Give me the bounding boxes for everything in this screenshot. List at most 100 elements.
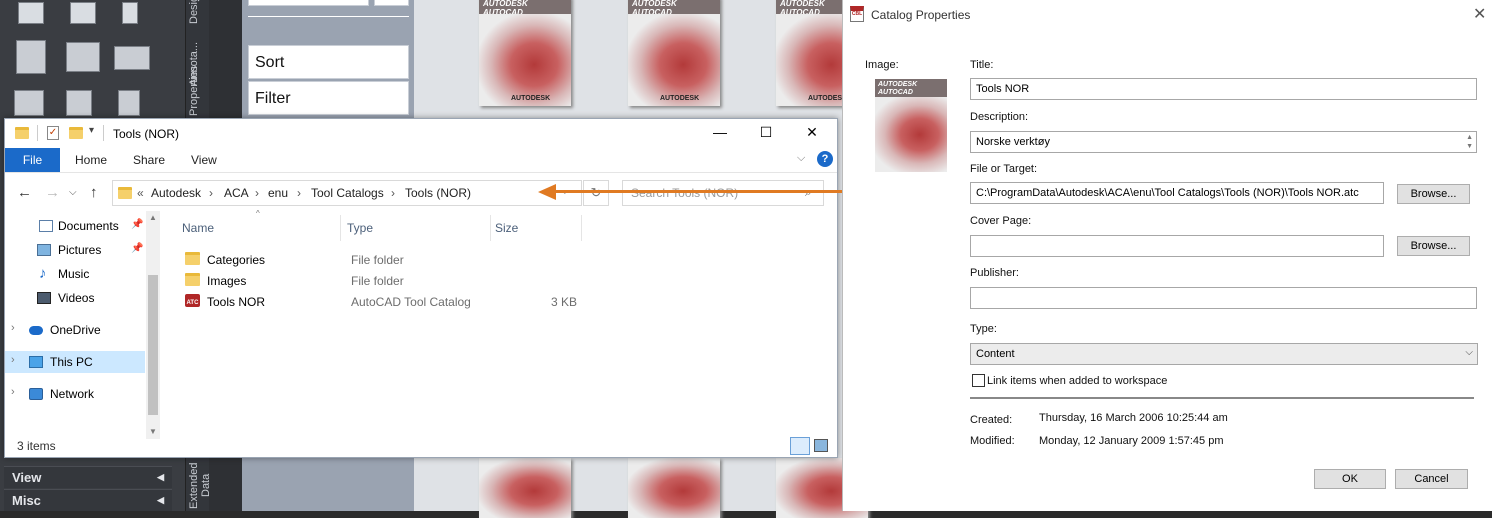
catalog-thumbnail[interactable]: AUTODESK AUTOCAD ARCHITECTUREAUTODESK [479,0,571,106]
file-row[interactable]: Images File folder [177,270,587,291]
breadcrumb-overflow[interactable]: « [137,186,144,200]
pin-icon[interactable]: 📌 [131,243,143,254]
back-arrow-icon[interactable]: ← [17,184,32,201]
breadcrumb-separator-icon[interactable]: › [255,186,259,200]
sort-button[interactable]: Sort [248,45,409,79]
breadcrumb-separator-icon[interactable]: › [391,186,395,200]
column-header-size[interactable]: Size [495,221,518,235]
railing-tool-icon[interactable] [114,46,150,70]
link-items-label: Link items when added to workspace [987,375,1168,387]
column-divider[interactable] [340,215,341,241]
tree-item-music[interactable]: ♪ Music [5,263,145,285]
new-folder-icon[interactable] [69,127,83,139]
file-target-input[interactable]: C:\ProgramData\Autodesk\ACA\enu\Tool Cat… [970,182,1384,204]
expand-chevron-icon[interactable]: › [11,354,15,366]
scroll-up-icon[interactable]: ▲ [149,213,157,222]
ok-button[interactable]: OK [1314,469,1386,489]
forward-arrow-icon[interactable]: → [45,184,60,201]
filter-button[interactable]: Filter [248,81,409,115]
address-bar[interactable]: « Autodesk › ACA › enu › Tool Catalogs ›… [112,180,582,206]
breadcrumb-aca[interactable]: ACA [224,186,249,200]
curtain-wall-tool-icon[interactable] [14,90,44,116]
file-row[interactable]: Categories File folder [177,249,587,270]
pin-icon[interactable]: 📌 [131,219,143,230]
scrollbar-thumb[interactable] [148,275,158,415]
breadcrumb-enu[interactable]: enu [268,186,288,200]
dialog-close-button[interactable]: ✕ [1473,4,1486,24]
column-divider[interactable] [581,215,582,241]
tab-properties[interactable]: Properties [188,66,208,116]
ribbon-tabs: File Home Share View ⌵ ? [5,148,837,173]
type-select[interactable]: Content ⌵ [970,343,1478,365]
expand-ribbon-icon[interactable]: ⌵ [797,152,805,165]
palette-menu-view[interactable]: View ◀ [4,466,172,488]
cover-page-label: Cover Page: [970,215,1032,227]
description-scroll-icon[interactable]: ▲ ▼ [1466,133,1473,151]
title-bar[interactable]: ✓ ▾ Tools (NOR) — ☐ ✕ [5,119,837,148]
wall-tool-icon[interactable] [18,2,44,24]
catalog-image-preview[interactable]: AUTODESK AUTOCAD ARCHITECTURE [875,79,947,172]
scroll-down-icon[interactable]: ▼ [149,427,157,436]
catalog-thumbnail[interactable] [628,458,720,518]
breadcrumb-tools-nor[interactable]: Tools (NOR) [405,186,471,200]
maximize-button[interactable]: ☐ [743,119,789,148]
tab-share[interactable]: Share [133,148,165,172]
tab-view[interactable]: View [191,148,217,172]
divider [248,16,409,17]
recent-locations-chevron-icon[interactable]: ⌵ [69,187,77,198]
tab-design[interactable]: Design [188,0,208,24]
title-input[interactable]: Tools NOR [970,78,1477,100]
cover-page-input[interactable] [970,235,1384,257]
atc-file-icon: ATC [185,294,200,307]
tab-home[interactable]: Home [75,148,107,172]
quick-access-dropdown-icon[interactable]: ▾ [89,125,94,136]
tab-file[interactable]: File [5,148,60,172]
window-tool-icon[interactable] [122,2,138,24]
navigation-scrollbar[interactable]: ▲ ▼ [146,211,160,439]
door-window-assembly-tool-icon[interactable] [66,90,92,116]
close-button[interactable]: ✕ [789,119,835,148]
catalog-thumbnail[interactable]: AUTODESK AUTOCAD ARCHITECTUREAUTODESK [628,0,720,106]
publisher-input[interactable] [970,287,1477,309]
breadcrumb-tool-catalogs[interactable]: Tool Catalogs [311,186,384,200]
expand-chevron-icon[interactable]: › [11,322,15,334]
breadcrumb-separator-icon[interactable]: › [297,186,301,200]
breadcrumb-autodesk[interactable]: Autodesk [151,186,201,200]
music-icon: ♪ [39,265,47,282]
large-icons-view-icon[interactable] [814,439,828,452]
tree-item-network[interactable]: › Network [5,383,145,405]
tab-extended-data[interactable]: Extended Data [188,460,212,511]
status-item-count: 3 items [17,439,56,453]
help-icon[interactable]: ? [817,151,833,167]
palette-menu-misc[interactable]: Misc ◀ [4,489,172,511]
sidebar-go-button[interactable] [374,0,409,6]
browse-file-button[interactable]: Browse... [1397,184,1470,204]
breadcrumb-separator-icon[interactable]: › [209,186,213,200]
opening-tool-icon[interactable] [16,40,46,74]
minimize-button[interactable]: — [697,119,743,148]
door-tool-icon[interactable] [70,2,96,24]
search-input[interactable]: Search Tools (NOR) [622,180,824,206]
description-input[interactable]: Norske verktøy ▲ ▼ [970,131,1477,153]
expand-chevron-icon[interactable]: › [11,386,15,398]
grid-tool-icon[interactable] [118,90,140,116]
cancel-button[interactable]: Cancel [1395,469,1468,489]
tree-item-this-pc[interactable]: › This PC [5,351,145,373]
link-items-checkbox[interactable] [972,374,985,387]
column-header-type[interactable]: Type [347,221,373,235]
details-view-icon[interactable] [790,437,810,455]
file-row[interactable]: ATC Tools NOR AutoCAD Tool Catalog 3 KB [177,291,587,312]
tree-item-onedrive[interactable]: › OneDrive [5,319,145,341]
refresh-icon[interactable]: ↻ [583,180,609,206]
stair-tool-icon[interactable] [66,42,100,72]
catalog-thumbnail[interactable] [479,458,571,518]
column-divider[interactable] [490,215,491,241]
sidebar-input[interactable] [248,0,369,6]
tree-item-documents[interactable]: Documents 📌 [5,215,145,237]
column-header-name[interactable]: Name [182,221,214,235]
tree-item-videos[interactable]: Videos [5,287,145,309]
properties-checkmark-icon[interactable]: ✓ [47,126,59,140]
browse-cover-button[interactable]: Browse... [1397,236,1470,256]
up-arrow-icon[interactable]: ↑ [90,184,98,201]
tree-item-pictures[interactable]: Pictures 📌 [5,239,145,261]
